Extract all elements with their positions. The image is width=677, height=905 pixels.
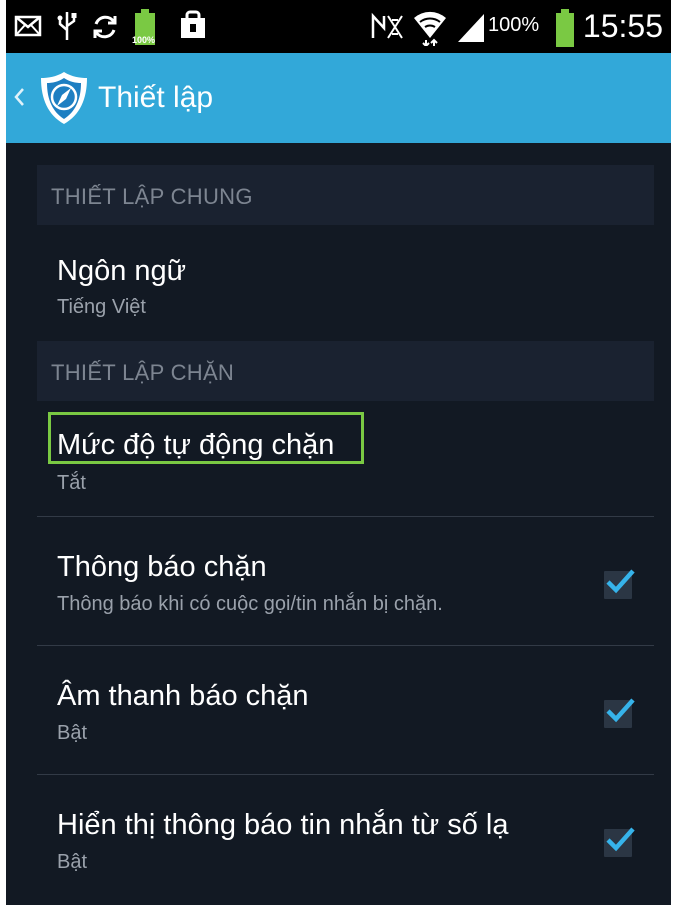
usb-icon <box>56 10 78 47</box>
section-header-general: THIẾT LẬP CHUNG <box>37 165 654 225</box>
setting-title: Âm thanh báo chặn <box>57 680 309 712</box>
checkmark-icon <box>606 569 635 594</box>
setting-subtitle: Bật <box>57 851 88 873</box>
setting-unknown-sender-notification[interactable]: Hiển thị thông báo tin nhắn từ số lạ Bật <box>37 775 654 903</box>
section-header-blocking: THIẾT LẬP CHẶN <box>37 341 654 401</box>
sync-icon <box>90 12 120 47</box>
setting-subtitle: Thông báo khi có cuộc gọi/tin nhắn bị ch… <box>57 593 443 615</box>
back-chevron-icon[interactable] <box>12 79 26 120</box>
shield-logo-icon[interactable] <box>36 69 92 132</box>
checkmark-icon <box>606 698 635 723</box>
setting-language[interactable]: Ngôn ngữ Tiếng Việt <box>37 226 654 338</box>
setting-title: Hiển thị thông báo tin nhắn từ số lạ <box>57 809 509 841</box>
setting-block-sound[interactable]: Âm thanh báo chặn Bật <box>37 646 654 774</box>
page-title: Thiết lập <box>98 81 214 114</box>
wifi-icon <box>412 6 448 51</box>
shopping-bag-icon <box>178 10 208 45</box>
signal-icon <box>456 12 486 47</box>
clock: 15:55 <box>582 8 663 44</box>
email-icon <box>14 14 42 43</box>
settings-screen: 100% 100% 15:55 Thiết lập THIẾT LẬP CHUN… <box>6 0 671 905</box>
battery-small-label: 100% <box>132 35 156 45</box>
block-notification-checkbox[interactable] <box>604 569 635 599</box>
checkmark-icon <box>606 827 635 852</box>
setting-subtitle: Bật <box>57 722 88 744</box>
battery-percent: 100% <box>488 14 540 36</box>
action-bar: Thiết lập <box>6 53 671 143</box>
setting-title: Ngôn ngữ <box>57 255 187 287</box>
status-bar: 100% 100% 15:55 <box>6 0 671 53</box>
setting-subtitle: Tiếng Việt <box>57 296 146 318</box>
section-header-label: THIẾT LẬP CHUNG <box>51 184 253 209</box>
setting-title: Thông báo chặn <box>57 551 267 583</box>
battery-icon <box>554 8 576 53</box>
block-sound-checkbox[interactable] <box>604 698 635 728</box>
highlight-box <box>48 412 364 464</box>
setting-block-notification[interactable]: Thông báo chặn Thông báo khi có cuộc gọi… <box>37 517 654 645</box>
nfc-icon <box>370 12 406 47</box>
setting-subtitle: Tắt <box>57 472 86 494</box>
section-header-label: THIẾT LẬP CHẶN <box>51 360 235 385</box>
unknown-sender-checkbox[interactable] <box>604 827 635 857</box>
